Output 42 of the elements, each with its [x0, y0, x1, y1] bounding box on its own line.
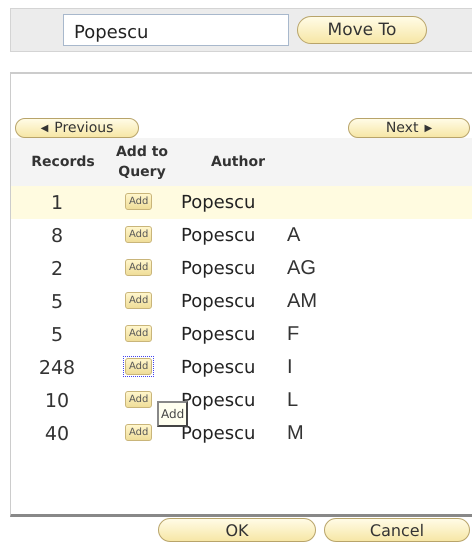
author-surname: Popescu: [181, 225, 256, 246]
author-surname: Popescu: [181, 357, 256, 378]
author-surname: Popescu: [181, 291, 256, 312]
author-initials: AM: [287, 290, 317, 313]
add-button[interactable]: Add: [123, 389, 154, 410]
add-button[interactable]: Add: [123, 323, 154, 344]
author-surname: Popescu: [181, 324, 256, 345]
table-row[interactable]: 1 Add Popescu: [11, 186, 472, 219]
records-count: 248: [38, 356, 76, 378]
author-initials: AG: [287, 257, 316, 280]
cancel-button[interactable]: Cancel: [324, 518, 470, 542]
records-count: 5: [50, 324, 64, 346]
ok-button[interactable]: OK: [158, 518, 316, 542]
move-to-button[interactable]: Move To: [297, 16, 427, 44]
author-initials: I: [287, 356, 293, 379]
add-button[interactable]: Add: [123, 257, 154, 278]
column-header: Records: [30, 153, 96, 172]
tooltip: Add: [157, 401, 188, 427]
search-field[interactable]: Popescu: [63, 14, 289, 46]
author-initials: A: [287, 224, 300, 247]
add-button[interactable]: Add: [123, 224, 154, 245]
add-button[interactable]: Add: [123, 356, 154, 377]
add-button[interactable]: Add: [123, 290, 154, 311]
author-initials: L: [287, 389, 298, 412]
records-count: 8: [50, 224, 64, 246]
add-button[interactable]: Add: [123, 422, 154, 443]
left-triangle-icon: ◀: [40, 122, 48, 134]
next-button[interactable]: Next ▶: [348, 118, 470, 138]
previous-button[interactable]: ◀ Previous: [15, 118, 139, 138]
column-header: Author: [210, 153, 266, 172]
records-count: 1: [50, 192, 64, 214]
right-triangle-icon: ▶: [424, 122, 432, 134]
records-count: 2: [50, 258, 64, 280]
records-count: 40: [44, 422, 70, 444]
records-count: 10: [44, 390, 70, 412]
add-button[interactable]: Add: [123, 191, 154, 212]
records-count: 5: [50, 290, 64, 312]
author-initials: F: [287, 323, 300, 346]
author-surname: Popescu: [181, 258, 256, 279]
column-header: Add to Query: [115, 143, 169, 182]
author-surname: Popescu: [181, 192, 256, 213]
author-initials: M: [287, 422, 304, 445]
